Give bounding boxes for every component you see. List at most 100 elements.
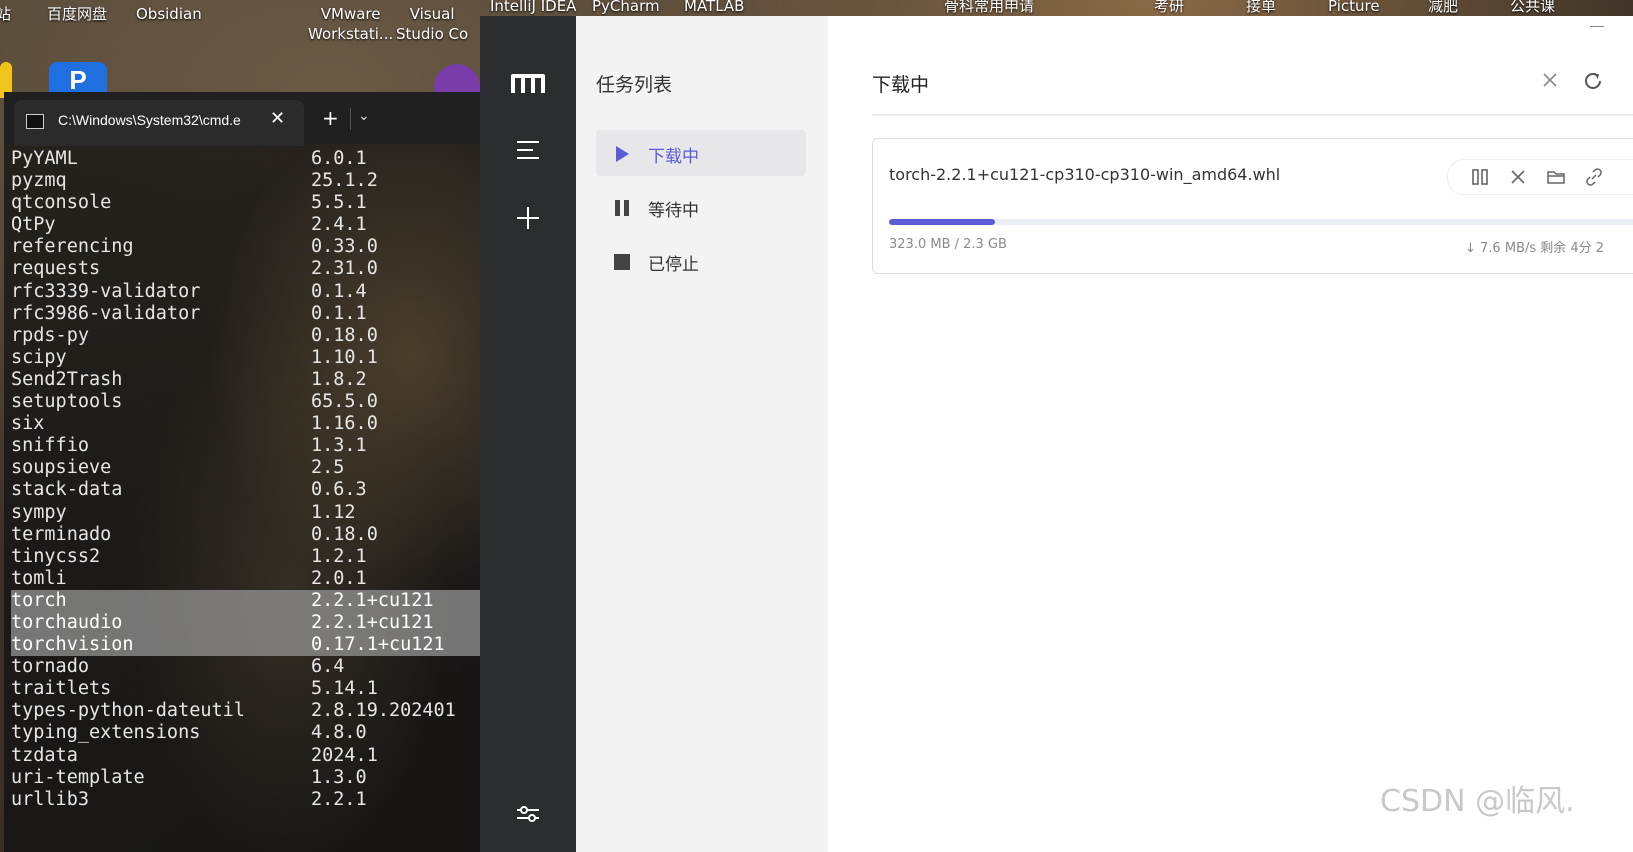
desktop-label[interactable]: 站 [0,4,11,24]
package-version: 1.8.2 [311,368,367,390]
pip-list-row: tornado 6.4 [11,656,480,678]
desktop-label-kaoyan[interactable]: 考研 [1154,0,1184,16]
package-version: 2.8.19.202401 [311,700,456,722]
desktop-label-folder[interactable]: 骨科常用申请 [944,0,1034,16]
desktop-label-picture[interactable]: Picture [1328,0,1380,16]
nav-item-stopped[interactable]: 已停止 [596,238,806,284]
desktop-label-gonggongke[interactable]: 公共课 [1510,0,1555,16]
package-version: 2.2.1 [311,788,367,810]
header-divider [872,114,1633,116]
package-name: traitlets [11,678,112,700]
package-name: torchvision [11,634,134,656]
settings-icon[interactable] [516,806,540,826]
pip-list-row: rfc3339-validator 0.1.4 [11,281,480,303]
package-version: 0.1.4 [311,280,367,302]
package-version: 5.5.1 [311,192,367,214]
package-version: 0.17.1+cu121 [311,634,445,656]
desktop-label-jiedan[interactable]: 接单 [1246,0,1276,16]
progress-bar [889,219,1633,225]
package-name: setuptools [11,391,123,413]
pip-list-row: six 1.16.0 [11,413,480,435]
nav-item-downloading[interactable]: 下载中 [596,130,806,176]
package-name: tinycss2 [11,545,101,567]
pip-list-row: QtPy 2.4.1 [11,214,480,236]
minimize-icon[interactable] [1590,26,1604,27]
pip-list-row: PyYAML 6.0.1 [11,148,480,170]
pip-list-row: uri-template 1.3.0 [11,767,480,789]
pip-list-row: qtconsole 5.5.1 [11,192,480,214]
package-version: 6.4 [311,656,345,678]
package-name: PyYAML [11,148,78,169]
task-list-panel: 任务列表 下载中 等待中 已停止 [576,16,828,852]
package-version: 2.4.1 [311,214,367,236]
package-name: requests [11,258,101,280]
desktop-label-intellij[interactable]: IntelliJ IDEA [490,0,576,16]
close-icon[interactable] [1540,70,1560,90]
desktop-label-pycharm[interactable]: PyCharm [592,0,660,16]
package-version: 1.2.1 [311,545,367,567]
nav-item-label: 已停止 [648,255,699,275]
terminal-tab-title: C:\Windows\System32\cmd.e [58,112,241,128]
package-name: tomli [11,567,67,589]
package-version: 1.10.1 [311,346,378,368]
package-version: 2.5 [311,457,345,479]
motrix-logo-icon[interactable] [510,72,546,96]
pip-list-row: tzdata 2024.1 [11,745,480,767]
stop-icon [612,252,632,272]
desktop-label-baidu[interactable]: 百度网盘 [47,4,107,24]
pip-list-row: tinycss2 1.2.1 [11,546,480,568]
chevron-down-icon[interactable]: ⌄ [358,108,370,124]
package-version: 25.1.2 [311,170,378,192]
pip-list-row: torchaudio 2.2.1+cu121 [11,611,480,635]
close-tab-icon[interactable]: ✕ [270,108,285,129]
terminal-tab-bar: C:\Windows\System32\cmd.e ✕ + ⌄ [4,92,480,146]
package-version: 0.33.0 [311,236,378,258]
task-speed-text: ↓ 7.6 MB/s 剩余 4分 2 [1465,241,1605,256]
pip-list-row: torch 2.2.1+cu121 [11,589,480,612]
menu-icon[interactable] [516,140,540,160]
pip-list-row: sniffio 1.3.1 [11,435,480,457]
package-version: 2.0.1 [311,567,367,589]
pip-list-row: soupsieve 2.5 [11,457,480,479]
package-version: 2.2.1+cu121 [311,611,434,633]
desktop-label-vmware[interactable]: VMware Workstati... [308,4,393,44]
new-tab-icon[interactable]: + [322,106,339,130]
package-version: 2.31.0 [311,258,378,280]
package-version: 0.1.1 [311,302,367,324]
package-name: stack-data [11,479,123,501]
link-icon[interactable] [1584,167,1604,187]
package-name: referencing [11,236,134,258]
package-name: typing_extensions [11,722,201,744]
terminal-tab[interactable]: C:\Windows\System32\cmd.e ✕ [14,100,304,146]
pip-list-row: scipy 1.10.1 [11,347,480,369]
terminal-output[interactable]: PyYAML 6.0.1 pyzmq 25.1.2 qtconsole 5.5.1 QtPy… [11,148,480,811]
pause-icon [612,198,632,218]
nav-item-waiting[interactable]: 等待中 [596,184,806,230]
download-task-card[interactable]: torch-2.2.1+cu121-cp310-cp310-win_amd64.… [872,138,1633,274]
desktop-label-obsidian[interactable]: Obsidian [136,4,202,24]
desktop-label-vscode[interactable]: Visual Studio Co [396,4,468,44]
package-name: QtPy [11,214,56,236]
package-name: urllib3 [11,788,89,810]
package-name: sympy [11,501,67,523]
desktop-label-jianfei[interactable]: 减肥 [1428,0,1458,16]
pause-task-icon[interactable] [1470,167,1490,187]
pip-list-row: stack-data 0.6.3 [11,479,480,501]
delete-task-icon[interactable] [1508,167,1528,187]
cmd-icon [26,114,44,129]
folder-icon[interactable] [1546,167,1566,187]
package-version: 6.0.1 [311,148,367,169]
pip-list-row: Send2Trash 1.8.2 [11,369,480,391]
watermark: CSDN @临风. [1380,784,1575,819]
nav-item-label: 等待中 [648,201,699,221]
pip-list-row: rfc3986-validator 0.1.1 [11,303,480,325]
add-icon[interactable] [516,206,540,230]
pip-list-row: torchvision 0.17.1+cu121 [11,634,480,657]
desktop-label-matlab[interactable]: MATLAB [684,0,744,16]
pip-list-row: pyzmq 25.1.2 [11,170,480,192]
play-icon [612,144,632,164]
refresh-icon[interactable] [1582,70,1604,92]
package-name: uri-template [11,766,145,788]
package-version: 5.14.1 [311,678,378,700]
package-version: 65.5.0 [311,391,378,413]
